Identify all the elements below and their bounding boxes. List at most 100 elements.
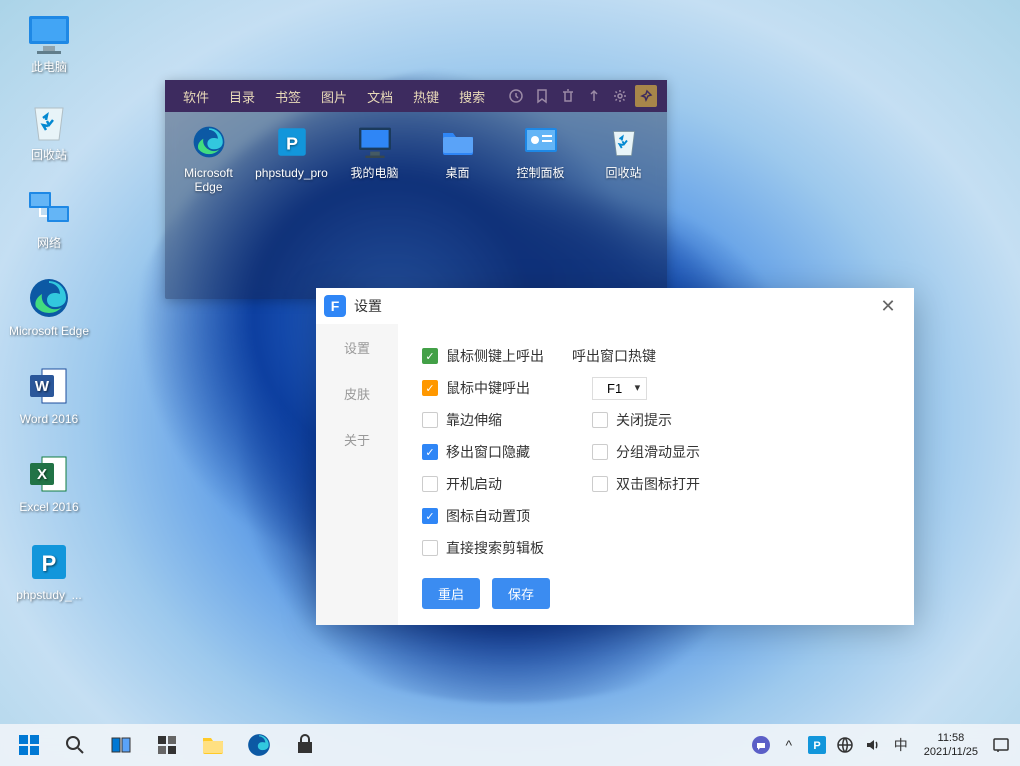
control-panel-icon: [523, 124, 559, 160]
clock-time: 11:58: [924, 731, 978, 745]
taskbar-tray: ^ P 中 11:58 2021/11/25: [750, 731, 1020, 759]
desktop-icon-recycle-bin[interactable]: 回收站: [4, 96, 94, 166]
pc-icon: [357, 124, 393, 160]
icon-label: Word 2016: [20, 412, 78, 426]
desktop-icons-column: 此电脑 回收站 网络 Microsoft Edge W Word 2016 X …: [4, 8, 94, 624]
desktop-icon-edge[interactable]: Microsoft Edge: [4, 272, 94, 342]
desktop-icon-word[interactable]: W Word 2016: [4, 360, 94, 430]
item-label: phpstudy_pro: [255, 166, 328, 180]
phpstudy-tray-icon[interactable]: P: [806, 734, 828, 756]
phpstudy-icon: P: [274, 124, 310, 160]
ime-language[interactable]: 中: [890, 734, 912, 756]
icon-label: 此电脑: [31, 60, 67, 74]
svg-text:X: X: [37, 466, 47, 483]
item-label: 我的电脑: [350, 166, 398, 180]
checkbox-auto-top[interactable]: ✓图标自动置顶: [422, 506, 552, 526]
nav-settings[interactable]: 设置: [316, 324, 398, 370]
launch-item-control-panel[interactable]: 控制面板: [501, 124, 580, 194]
phpstudy-icon: P: [27, 540, 71, 584]
close-icon[interactable]: ✕: [870, 288, 906, 324]
pc-icon: [27, 12, 71, 56]
taskbar-left-items: [8, 724, 326, 766]
app-logo-icon: F: [324, 295, 346, 317]
notification-icon[interactable]: [990, 734, 1012, 756]
menu-directory[interactable]: 目录: [221, 83, 263, 110]
explorer-icon[interactable]: [192, 724, 234, 766]
restart-button[interactable]: 重启: [422, 578, 480, 609]
gear-icon[interactable]: [609, 85, 631, 107]
checkbox-dblclick-open[interactable]: 双击图标打开: [592, 474, 722, 494]
menu-hotkey[interactable]: 热键: [405, 83, 447, 110]
launch-item-phpstudy[interactable]: P phpstudy_pro: [252, 124, 331, 194]
dialog-title: 设置: [354, 296, 382, 316]
taskbar-clock[interactable]: 11:58 2021/11/25: [918, 731, 984, 759]
checkbox-hide-on-leave[interactable]: ✓移出窗口隐藏: [422, 442, 552, 462]
desktop-icon-network[interactable]: 网络: [4, 184, 94, 254]
settings-content: ✓鼠标侧键上呼出 呼出窗口热键 ✓鼠标中键呼出 F1 靠边伸缩 关闭提示 ✓移出…: [398, 324, 914, 625]
menu-search[interactable]: 搜索: [451, 83, 493, 110]
start-button[interactable]: [8, 724, 50, 766]
excel-icon: X: [27, 452, 71, 496]
icon-label: 回收站: [31, 148, 67, 162]
menu-software[interactable]: 软件: [175, 83, 217, 110]
launch-item-my-pc[interactable]: 我的电脑: [335, 124, 414, 194]
svg-text:P: P: [813, 740, 820, 752]
checkbox-mouse-mid[interactable]: ✓鼠标中键呼出: [422, 378, 552, 398]
svg-text:P: P: [286, 133, 298, 153]
chat-icon[interactable]: [750, 734, 772, 756]
nav-skin[interactable]: 皮肤: [316, 370, 398, 416]
svg-text:W: W: [35, 378, 50, 395]
item-label: 回收站: [605, 166, 641, 180]
hotkey-heading: 呼出窗口热键: [572, 346, 656, 366]
trash-icon[interactable]: [557, 85, 579, 107]
chevron-up-icon[interactable]: ^: [778, 734, 800, 756]
desktop-icon-phpstudy[interactable]: P phpstudy_...: [4, 536, 94, 606]
recycle-icon: [27, 100, 71, 144]
taskview-icon[interactable]: [100, 724, 142, 766]
clock-date: 2021/11/25: [924, 745, 978, 759]
launcher-menubar: 软件 目录 书签 图片 文档 热键 搜索: [165, 80, 667, 112]
icon-label: phpstudy_...: [16, 588, 81, 602]
icon-label: Excel 2016: [19, 500, 78, 514]
edge-icon: [27, 276, 71, 320]
checkbox-close-hint[interactable]: 关闭提示: [592, 410, 722, 430]
hotkey-select[interactable]: F1: [592, 377, 647, 400]
upload-icon[interactable]: [583, 85, 605, 107]
network-icon: [27, 188, 71, 232]
menu-image[interactable]: 图片: [313, 83, 355, 110]
menu-document[interactable]: 文档: [359, 83, 401, 110]
edge-taskbar-icon[interactable]: [238, 724, 280, 766]
desktop-icon-this-pc[interactable]: 此电脑: [4, 8, 94, 78]
store-icon[interactable]: [284, 724, 326, 766]
search-icon[interactable]: [54, 724, 96, 766]
settings-dialog: F 设置 ✕ 设置 皮肤 关于 ✓鼠标侧键上呼出 呼出窗口热键 ✓鼠标中键呼出 …: [316, 288, 914, 620]
save-button[interactable]: 保存: [492, 578, 550, 609]
launch-item-desktop[interactable]: 桌面: [418, 124, 497, 194]
checkbox-group-scroll[interactable]: 分组滑动显示: [592, 442, 722, 462]
item-label: 控制面板: [516, 166, 564, 180]
checkbox-search-clipboard[interactable]: 直接搜索剪辑板: [422, 538, 552, 558]
widgets-icon[interactable]: [146, 724, 188, 766]
icon-label: 网络: [37, 236, 61, 250]
edge-icon: [191, 124, 227, 160]
item-label: Microsoft Edge: [169, 166, 248, 194]
svg-text:P: P: [42, 551, 57, 576]
menu-bookmark[interactable]: 书签: [267, 83, 309, 110]
checkbox-edge-expand[interactable]: 靠边伸缩: [422, 410, 552, 430]
icon-label: Microsoft Edge: [9, 324, 89, 338]
launch-item-edge[interactable]: Microsoft Edge: [169, 124, 248, 194]
taskbar: ^ P 中 11:58 2021/11/25: [0, 724, 1020, 766]
history-icon[interactable]: [505, 85, 527, 107]
nav-about[interactable]: 关于: [316, 416, 398, 462]
checkbox-mouse-side[interactable]: ✓鼠标侧键上呼出: [422, 346, 552, 366]
pin-icon[interactable]: [635, 85, 657, 107]
launch-item-recycle[interactable]: 回收站: [584, 124, 663, 194]
checkbox-startup[interactable]: 开机启动: [422, 474, 552, 494]
desktop-icon-excel[interactable]: X Excel 2016: [4, 448, 94, 518]
network-tray-icon[interactable]: [834, 734, 856, 756]
volume-icon[interactable]: [862, 734, 884, 756]
settings-titlebar: F 设置 ✕: [316, 288, 914, 324]
word-icon: W: [27, 364, 71, 408]
recycle-icon: [606, 124, 642, 160]
bookmark-icon[interactable]: [531, 85, 553, 107]
